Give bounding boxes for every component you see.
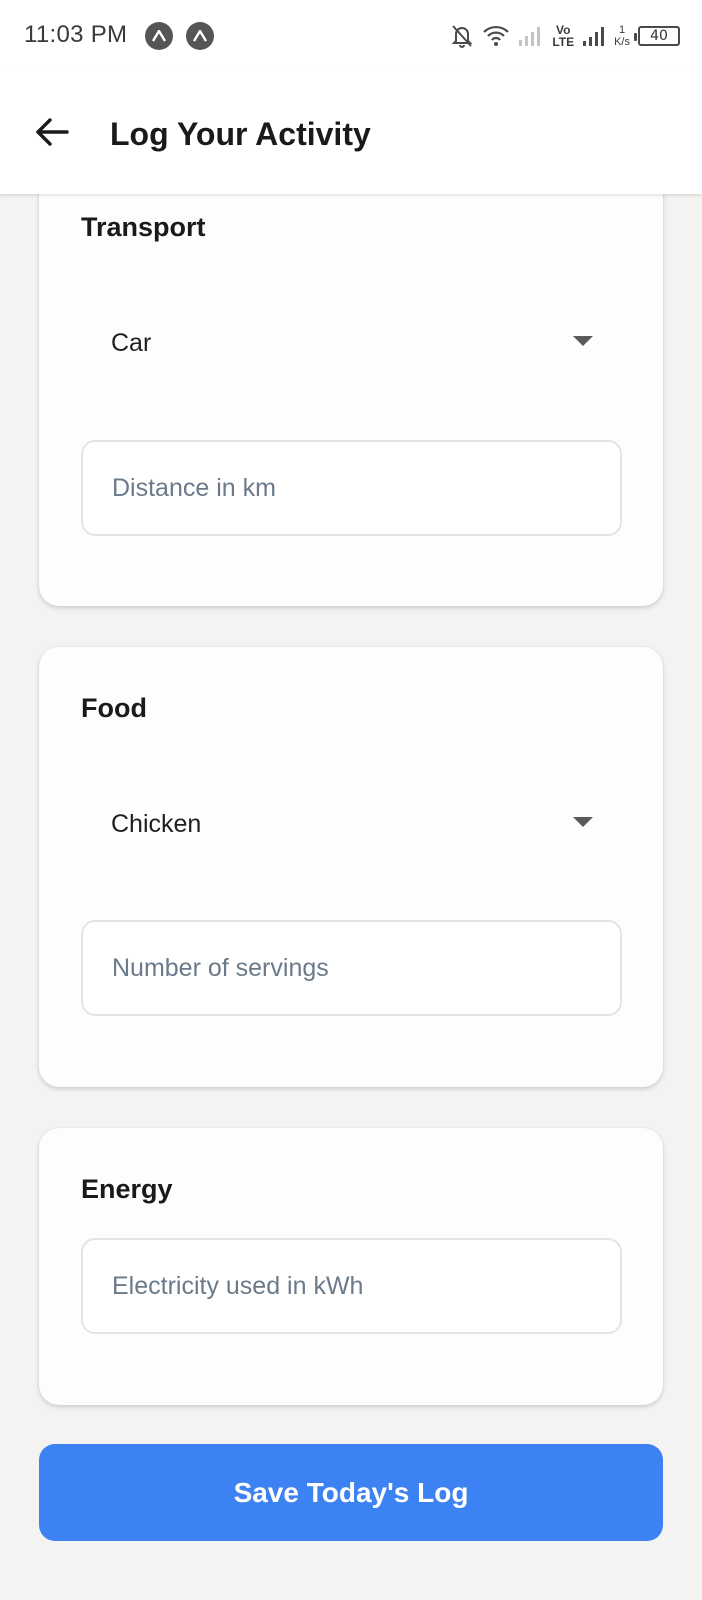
back-button[interactable]: [28, 108, 76, 156]
signal-icon: [582, 24, 606, 48]
page-title: Log Your Activity: [110, 116, 371, 152]
transport-mode-value: Car: [111, 328, 152, 357]
servings-input[interactable]: Number of servings: [81, 920, 622, 1016]
status-bar: 11:03 PM Vo LTE 1 K/s 40: [0, 0, 702, 72]
food-card: Food Chicken Number of servings: [39, 647, 663, 1087]
app-notification-icon: [186, 22, 214, 50]
bell-off-icon: [450, 23, 474, 49]
battery-icon: 40: [634, 26, 680, 46]
transport-mode-select[interactable]: Car: [81, 298, 621, 388]
network-speed-unit: K/s: [614, 36, 630, 48]
distance-placeholder: Distance in km: [112, 473, 276, 502]
volte-icon: Vo LTE: [552, 24, 574, 48]
app-bar: Log Your Activity: [0, 72, 702, 194]
network-speed-icon: 1 K/s: [614, 24, 630, 48]
energy-card: Energy Electricity used in kWh: [39, 1128, 663, 1405]
servings-placeholder: Number of servings: [112, 953, 329, 982]
arrow-left-icon: [36, 118, 69, 146]
food-type-value: Chicken: [111, 809, 202, 838]
app-notification-icon: [145, 22, 173, 50]
volte-bottom-label: LTE: [552, 35, 575, 49]
transport-title: Transport: [81, 212, 206, 242]
chevron-down-icon: [573, 336, 593, 346]
energy-title: Energy: [81, 1174, 173, 1204]
network-speed-value: 1: [618, 24, 626, 36]
status-time: 11:03 PM: [24, 21, 128, 48]
food-title: Food: [81, 693, 147, 723]
signal-icon: [518, 24, 544, 48]
save-log-button[interactable]: Save Today's Log: [39, 1444, 663, 1541]
electricity-input[interactable]: Electricity used in kWh: [81, 1238, 622, 1334]
transport-card: Transport Car Distance in km: [39, 160, 663, 606]
chevron-down-icon: [573, 817, 593, 827]
electricity-placeholder: Electricity used in kWh: [112, 1271, 364, 1300]
log-activity-screen: 11:03 PM Vo LTE 1 K/s 40 Log Your Activi…: [0, 0, 702, 1600]
distance-input[interactable]: Distance in km: [81, 440, 622, 536]
food-type-select[interactable]: Chicken: [81, 779, 621, 869]
wifi-icon: [482, 24, 510, 48]
status-icons: Vo LTE 1 K/s 40: [450, 20, 680, 52]
battery-level: 40: [650, 28, 668, 44]
